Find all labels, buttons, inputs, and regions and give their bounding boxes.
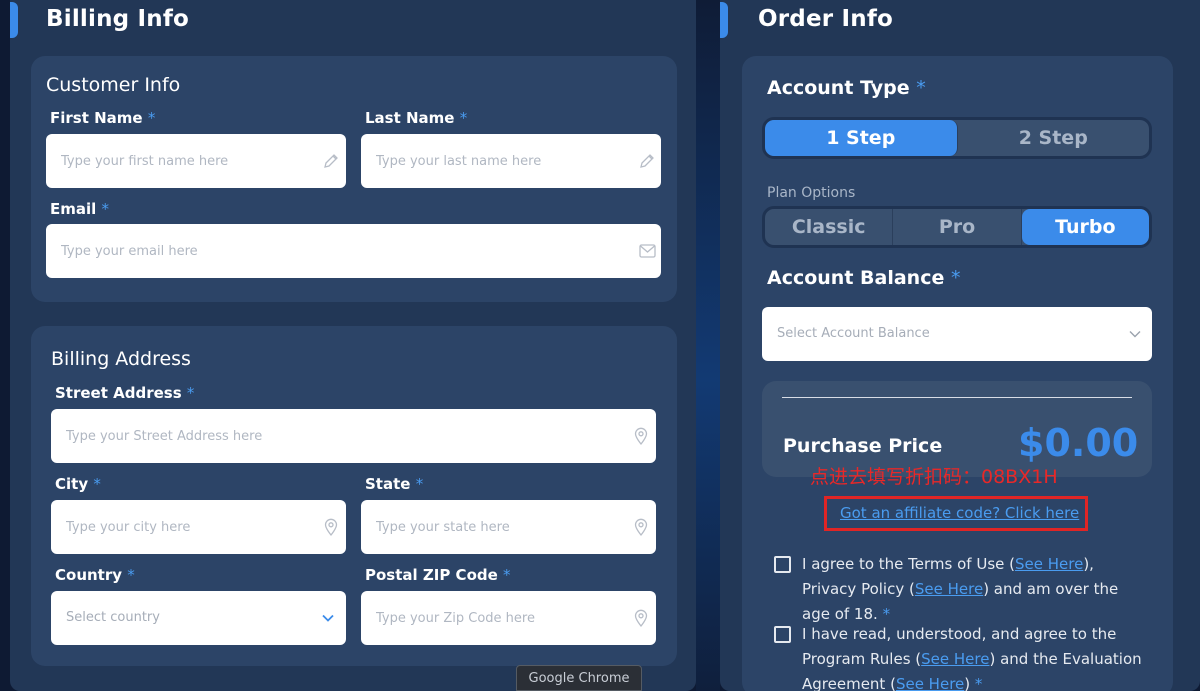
last-name-label-text: Last Name [365, 109, 455, 127]
plan-options-label: Plan Options [767, 185, 856, 201]
first-name-label-text: First Name [50, 109, 143, 127]
section-accent-bar [10, 2, 18, 38]
email-label: Email * [50, 200, 109, 218]
terms-of-use-link[interactable]: See Here [1015, 555, 1083, 573]
required-mark: * [916, 77, 926, 99]
account-type-label: Account Type * [767, 77, 926, 99]
terms-checkbox[interactable] [774, 556, 791, 573]
location-pin-icon [632, 427, 650, 445]
envelope-icon [638, 242, 656, 260]
billing-address-card: Billing Address Street Address * City * … [31, 326, 677, 666]
zip-code-label: Postal ZIP Code * [365, 566, 511, 584]
required-mark: * [101, 200, 110, 218]
account-balance-label: Account Balance * [767, 267, 960, 289]
plan-option-turbo[interactable]: Turbo [1021, 209, 1149, 245]
required-mark: * [877, 605, 891, 623]
country-select-value: Select country [66, 610, 160, 625]
privacy-policy-link[interactable]: See Here [915, 580, 983, 598]
plan-option-pro[interactable]: Pro [893, 209, 1022, 245]
state-input[interactable] [361, 500, 656, 554]
billing-address-title: Billing Address [51, 348, 191, 370]
terms-agreement-text: I agree to the Terms of Use (See Here), … [802, 552, 1147, 627]
street-address-label: Street Address * [55, 384, 194, 402]
first-name-label: First Name * [50, 109, 155, 127]
account-type-option-2-step[interactable]: 2 Step [958, 120, 1150, 156]
country-label-text: Country [55, 566, 123, 584]
required-mark: * [950, 267, 961, 289]
browser-tooltip: Google Chrome [516, 665, 642, 691]
discount-code-annotation: 点进去填写折扣码：08BX1H [810, 466, 1058, 488]
account-balance-select[interactable]: Select Account Balance [762, 307, 1152, 361]
required-mark: * [147, 109, 156, 127]
zip-label-text: Postal ZIP Code [365, 566, 498, 584]
email-label-text: Email [50, 200, 97, 218]
state-label-text: State [365, 475, 411, 493]
required-mark: * [127, 566, 135, 584]
street-address-input[interactable] [51, 409, 656, 463]
country-label: Country * [55, 566, 135, 584]
street-label-text: Street Address [55, 384, 182, 402]
affiliate-code-link[interactable]: Got an affiliate code? Click here [840, 504, 1079, 522]
account-type-label-text: Account Type [767, 77, 910, 99]
account-type-toggle: 1 Step 2 Step [762, 117, 1152, 159]
required-mark: * [970, 675, 983, 691]
required-mark: * [459, 109, 468, 127]
required-mark: * [415, 475, 424, 493]
state-label: State * [365, 475, 423, 493]
background-gap [696, 0, 720, 691]
city-input[interactable] [51, 500, 346, 554]
pencil-icon [638, 152, 656, 170]
pencil-icon [322, 152, 340, 170]
country-select[interactable]: Select country [51, 591, 346, 645]
terms-text: I agree to the Terms of Use ( [802, 555, 1015, 573]
order-info-title: Order Info [758, 6, 894, 32]
last-name-label: Last Name * [365, 109, 467, 127]
billing-info-panel: Billing Info Customer Info First Name * … [10, 0, 696, 691]
location-pin-icon [632, 609, 650, 627]
customer-info-title: Customer Info [46, 74, 181, 96]
customer-info-card: Customer Info First Name * Last Name * E… [31, 56, 677, 302]
purchase-price-label: Purchase Price [783, 435, 943, 457]
billing-info-title: Billing Info [46, 6, 190, 32]
zip-code-input[interactable] [361, 591, 656, 645]
section-accent-bar [720, 2, 728, 38]
first-name-input[interactable] [46, 134, 346, 188]
plan-options-toggle: Classic Pro Turbo [762, 206, 1152, 248]
required-mark: * [186, 384, 195, 402]
purchase-price-value: $0.00 [1018, 421, 1139, 465]
account-balance-label-text: Account Balance [767, 267, 945, 289]
rules-checkbox[interactable] [774, 626, 791, 643]
city-label: City * [55, 475, 101, 493]
chevron-down-icon [319, 609, 337, 627]
last-name-input[interactable] [361, 134, 661, 188]
email-input[interactable] [46, 224, 661, 278]
location-pin-icon [322, 518, 340, 536]
divider [782, 397, 1132, 398]
account-balance-select-value: Select Account Balance [777, 326, 930, 341]
chevron-down-icon [1126, 325, 1144, 343]
required-mark: * [93, 475, 101, 493]
program-rules-link[interactable]: See Here [921, 650, 989, 668]
required-mark: * [503, 566, 511, 584]
plan-option-classic[interactable]: Classic [765, 209, 894, 245]
city-label-text: City [55, 475, 89, 493]
rules-agreement-text: I have read, understood, and agree to th… [802, 622, 1147, 691]
evaluation-agreement-link[interactable]: See Here [896, 675, 964, 691]
location-pin-icon [632, 518, 650, 536]
account-type-option-1-step[interactable]: 1 Step [765, 120, 958, 156]
